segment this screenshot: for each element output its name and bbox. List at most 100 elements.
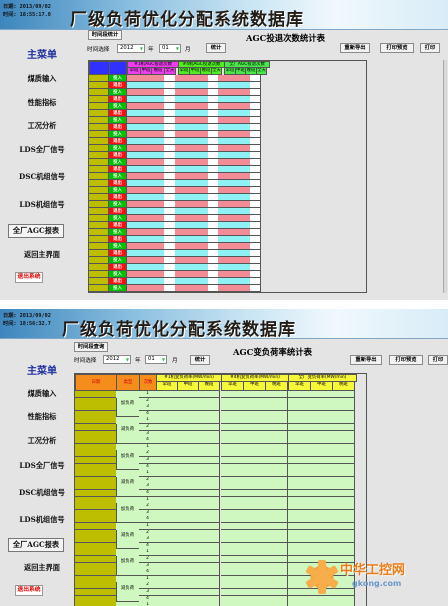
year-select[interactable]: 2012 ▼ — [103, 355, 131, 364]
date-cell — [89, 138, 109, 145]
count-cell — [151, 124, 165, 131]
print-preview-button[interactable]: 打印预览 — [389, 355, 423, 365]
status-cell: 投入 — [109, 257, 127, 264]
agc-load-rate-window: 日期: 2013/09/02 时间: 18:56:32.7 厂级负荷优化分配系统… — [0, 309, 448, 606]
date-cell — [89, 222, 109, 229]
date-cell — [75, 602, 117, 606]
count-cell — [127, 208, 141, 215]
count-cell — [250, 89, 261, 96]
month-select[interactable]: 01 ▼ — [145, 355, 167, 364]
sidebar-item-agc-report[interactable]: 全厂AGC报表 — [8, 538, 64, 552]
count-cell — [151, 236, 165, 243]
sidebar-item-lds-unit-signal[interactable]: LDS机组信号 — [0, 515, 84, 525]
column-subheader: 全天 — [256, 67, 267, 75]
sidebar-item-performance[interactable]: 性能指标 — [0, 98, 84, 108]
table-row: 投入 — [89, 243, 366, 250]
date-cell — [89, 257, 109, 264]
count-cell — [250, 131, 261, 138]
table-row: 退出 — [89, 264, 366, 271]
column-subheader: 全天 — [211, 67, 222, 75]
count-cell — [151, 159, 165, 166]
sidebar-item-agc-report[interactable]: 全厂AGC报表 — [8, 224, 64, 238]
date-cell — [89, 152, 109, 159]
count-cell — [250, 208, 261, 215]
table-row: 投入 — [89, 285, 366, 292]
period-query-button[interactable]: 时间段查询 — [74, 342, 108, 352]
sidebar-item-performance[interactable]: 性能指标 — [0, 412, 84, 422]
count-cell — [127, 89, 141, 96]
sidebar-item-condition-analysis[interactable]: 工况分析 — [0, 436, 84, 446]
exit-button[interactable]: 退出系统 — [15, 585, 43, 596]
stat-button[interactable]: 统计 — [206, 43, 226, 53]
time-select-label: 时间选择 — [74, 358, 97, 364]
date-readout: 日期: 2013/09/02 — [3, 4, 51, 10]
sidebar-item-lds-unit-signal[interactable]: LDS机组信号 — [0, 200, 84, 210]
print-button[interactable]: 打印 — [428, 355, 448, 365]
table-row: 退出 — [89, 250, 366, 257]
print-preview-button[interactable]: 打印预览 — [380, 43, 414, 53]
table-row: 投入 — [89, 131, 366, 138]
sidebar-item-lds-plant-signal[interactable]: LDS全厂信号 — [0, 145, 84, 155]
table-row: 退出 — [89, 222, 366, 229]
count-cell — [151, 208, 165, 215]
date-cell — [89, 131, 109, 138]
print-button[interactable]: 打印 — [420, 43, 440, 53]
count-cell — [250, 257, 261, 264]
stat-button[interactable]: 统计 — [190, 355, 210, 365]
sidebar-item-condition-analysis[interactable]: 工况分析 — [0, 121, 84, 131]
rate-cell — [198, 602, 220, 606]
count-cell — [127, 180, 141, 187]
header-banner: 日期: 2013/09/02 时间: 18:56:32.7 厂级负荷优化分配系统… — [0, 309, 448, 340]
period-stat-button[interactable]: 时间段统计 — [88, 30, 122, 40]
year-select[interactable]: 2012 ▼ — [117, 44, 145, 53]
status-cell: 退出 — [109, 222, 127, 229]
column-header-blank — [109, 61, 127, 75]
count-cell — [151, 173, 165, 180]
rate-cell — [310, 602, 333, 606]
count-cell — [127, 194, 141, 201]
header-banner: 日期: 2013/09/02 时间: 18:55:17.0 厂级负荷优化分配系统… — [0, 0, 448, 30]
count-cell — [127, 285, 141, 292]
sidebar-item-dsc-unit-signal[interactable]: DSC机组信号 — [0, 172, 84, 182]
status-cell: 投入 — [109, 187, 127, 194]
status-cell: 退出 — [109, 236, 127, 243]
count-cell — [127, 243, 141, 250]
count-cell — [151, 117, 165, 124]
count-cell — [127, 264, 141, 271]
status-cell: 退出 — [109, 194, 127, 201]
table-row: 退出 — [89, 208, 366, 215]
sidebar-item-coal-input[interactable]: 煤质输入 — [0, 74, 84, 84]
re-export-button[interactable]: 重新导出 — [340, 43, 370, 53]
sidebar-item-lds-plant-signal[interactable]: LDS全厂信号 — [0, 461, 84, 471]
table-row: 投入 — [89, 173, 366, 180]
app-title: 厂级负荷优化分配系统数据库 — [70, 10, 304, 30]
date-cell — [89, 82, 109, 89]
sidebar-item-back-main[interactable]: 返回主界面 — [0, 250, 84, 260]
count-cell — [127, 173, 141, 180]
agc-count-table: #1机AGC投退次数 早班 中班 晚班 全天 #4机AGC投退次数 早班 中班 晚班 全天 全厂AG… — [88, 60, 367, 293]
count-cell — [250, 152, 261, 159]
scrollbar[interactable] — [443, 60, 447, 293]
date-cell — [89, 117, 109, 124]
count-cell — [127, 96, 141, 103]
month-select[interactable]: 01 ▼ — [159, 44, 181, 53]
count-cell — [151, 243, 165, 250]
column-subheader: 早班 — [221, 381, 244, 391]
exit-button[interactable]: 退出系统 — [15, 272, 43, 283]
dropdown-arrow-icon: ▼ — [125, 357, 129, 362]
sidebar-item-coal-input[interactable]: 煤质输入 — [0, 389, 84, 399]
status-cell: 投入 — [109, 75, 127, 82]
dropdown-arrow-icon: ▼ — [139, 46, 143, 51]
table-row: 退出 — [89, 82, 366, 89]
status-cell: 退出 — [109, 138, 127, 145]
sidebar-item-dsc-unit-signal[interactable]: DSC机组信号 — [0, 488, 84, 498]
table-row: 投入 — [89, 103, 366, 110]
column-subheader: 中班 — [177, 381, 199, 391]
date-cell — [89, 166, 109, 173]
count-cell — [250, 124, 261, 131]
re-export-button[interactable]: 重新导出 — [350, 355, 382, 365]
count-cell — [250, 138, 261, 145]
sidebar-item-back-main[interactable]: 返回主界面 — [0, 563, 84, 573]
table-row: 退出 — [89, 166, 366, 173]
table-row: 加负荷1 — [75, 602, 366, 606]
